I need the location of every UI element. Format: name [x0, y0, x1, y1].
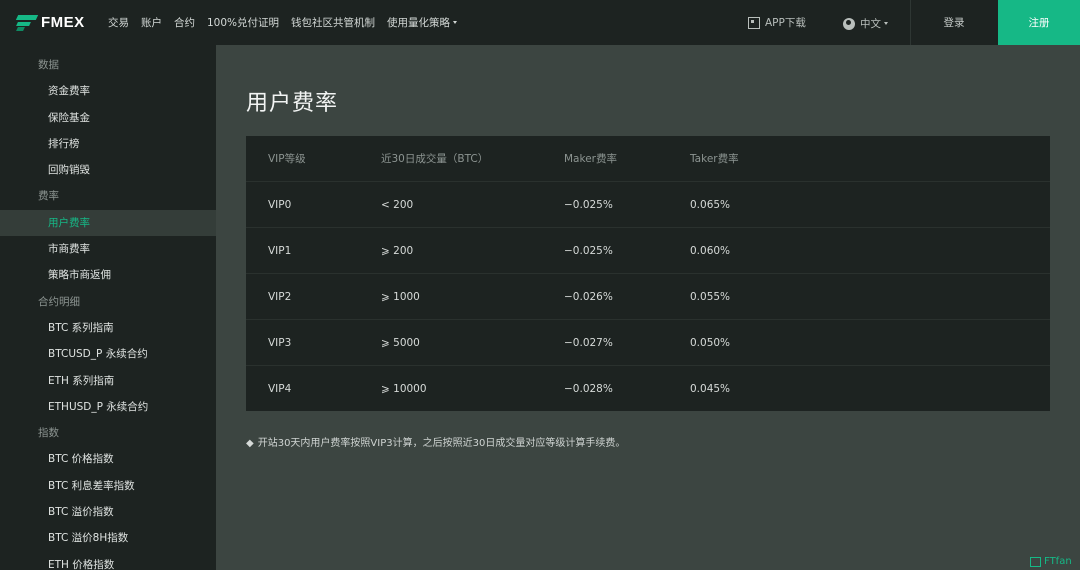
sidebar-item-market-maker-fees[interactable]: 市商费率	[0, 236, 216, 262]
table-row: VIP0 < 200 −0.025% 0.065%	[246, 182, 1050, 228]
cell-volume: < 200	[381, 199, 414, 211]
sidebar-group-data: 数据	[38, 59, 59, 71]
diamond-bullet-icon: ◆	[246, 438, 254, 449]
cell-taker-fee: 0.060%	[690, 245, 731, 257]
sidebar-item-btc-premium-8h-index[interactable]: BTC 溢价8H指数	[0, 525, 216, 551]
main-nav: 交易 账户 合约 100%兑付证明 钱包社区共管机制 使用量化策略	[108, 15, 469, 30]
top-navbar: FMEX 交易 账户 合约 100%兑付证明 钱包社区共管机制 使用量化策略 A…	[0, 0, 1080, 45]
fee-note: ◆ 开站30天内用户费率按照VIP3计算，之后按照近30日成交量对应等级计算手续费…	[246, 434, 625, 449]
cell-volume: ⩾ 200	[381, 245, 414, 257]
nav-trade[interactable]: 交易	[108, 15, 129, 30]
nav-account[interactable]: 账户	[141, 15, 162, 30]
app-download-label: APP下载	[765, 17, 806, 29]
language-label: 中文	[860, 18, 881, 30]
globe-icon	[843, 17, 855, 30]
sidebar-item-leaderboard[interactable]: 排行榜	[0, 131, 216, 157]
logo[interactable]: FMEX	[15, 14, 90, 31]
nav-proof-of-reserve[interactable]: 100%兑付证明	[207, 15, 279, 30]
page-title: 用户费率	[246, 91, 339, 116]
login-button[interactable]: 登录	[910, 0, 998, 45]
sidebar-item-btc-price-index[interactable]: BTC 价格指数	[0, 446, 216, 472]
cell-vip-level: VIP2	[268, 291, 292, 303]
cell-volume: ⩾ 5000	[381, 337, 420, 349]
column-header-taker-fee: Taker费率	[690, 153, 739, 165]
sidebar-item-btcusd-perp[interactable]: BTCUSD_P 永续合约	[0, 341, 216, 367]
cell-taker-fee: 0.065%	[690, 199, 731, 211]
cell-taker-fee: 0.055%	[690, 291, 731, 303]
sidebar-item-eth-guide[interactable]: ETH 系列指南	[0, 368, 216, 394]
cell-maker-fee: −0.026%	[564, 291, 613, 303]
column-header-vip-level: VIP等级	[268, 153, 306, 165]
sidebar-item-strategy-mm-rebate[interactable]: 策略市商返佣	[0, 262, 216, 288]
chevron-down-icon	[884, 22, 888, 25]
sidebar-item-btc-premium-index[interactable]: BTC 溢价指数	[0, 499, 216, 525]
sidebar-group-index: 指数	[38, 427, 59, 440]
sidebar-item-btc-interest-index[interactable]: BTC 利息差率指数	[0, 473, 216, 499]
watermark: FTfan	[1030, 556, 1072, 567]
cell-volume: ⩾ 1000	[381, 291, 420, 303]
nav-quant-strategy-label: 使用量化策略	[387, 17, 451, 29]
logo-mark-icon	[15, 14, 39, 31]
app-download-link[interactable]: APP下载	[748, 15, 806, 30]
cell-vip-level: VIP0	[268, 199, 292, 211]
register-button[interactable]: 注册	[998, 0, 1080, 45]
sidebar-item-buyback-burn[interactable]: 回购销毁	[0, 157, 216, 183]
table-row: VIP4 ⩾ 10000 −0.028% 0.045%	[246, 366, 1050, 412]
fee-table: VIP等级 近30日成交量（BTC） Maker费率 Taker费率 VIP0 …	[246, 136, 1050, 411]
language-selector[interactable]: 中文	[843, 16, 888, 31]
watermark-text: FTfan	[1044, 556, 1072, 567]
cell-maker-fee: −0.025%	[564, 245, 613, 257]
qr-code-icon	[748, 16, 760, 29]
cell-vip-level: VIP1	[268, 245, 292, 257]
sidebar-group-fees: 费率	[38, 190, 59, 203]
table-row: VIP2 ⩾ 1000 −0.026% 0.055%	[246, 274, 1050, 320]
sidebar-item-user-fees[interactable]: 用户费率	[0, 209, 216, 237]
sidebar-item-insurance-fund[interactable]: 保险基金	[0, 105, 216, 131]
column-header-maker-fee: Maker费率	[564, 153, 617, 165]
table-row: VIP3 ⩾ 5000 −0.027% 0.050%	[246, 320, 1050, 366]
sidebar-item-funding-rate[interactable]: 资金费率	[0, 78, 216, 104]
table-header-row: VIP等级 近30日成交量（BTC） Maker费率 Taker费率	[246, 136, 1050, 182]
watermark-logo-icon	[1030, 556, 1041, 567]
nav-wallet-community[interactable]: 钱包社区共管机制	[291, 15, 375, 30]
nav-contract[interactable]: 合约	[174, 15, 195, 30]
sidebar-group-contract-details: 合约明细	[38, 295, 80, 308]
sidebar: 数据 资金费率 保险基金 排行榜 回购销毁 费率 用户费率 市商费率 策略市商返…	[0, 45, 216, 570]
fee-note-text: 开站30天内用户费率按照VIP3计算，之后按照近30日成交量对应等级计算手续费。	[257, 438, 626, 449]
cell-maker-fee: −0.025%	[564, 199, 613, 211]
cell-vip-level: VIP3	[268, 337, 292, 349]
cell-maker-fee: −0.027%	[564, 337, 613, 349]
cell-taker-fee: 0.045%	[690, 383, 731, 395]
logo-text: FMEX	[41, 14, 85, 31]
main-content: 用户费率 VIP等级 近30日成交量（BTC） Maker费率 Taker费率 …	[216, 45, 1080, 570]
sidebar-item-eth-price-index[interactable]: ETH 价格指数	[0, 552, 216, 570]
cell-vip-level: VIP4	[268, 383, 292, 395]
nav-quant-strategy[interactable]: 使用量化策略	[387, 15, 458, 30]
sidebar-item-btc-guide[interactable]: BTC 系列指南	[0, 315, 216, 341]
cell-volume: ⩾ 10000	[381, 383, 427, 395]
cell-taker-fee: 0.050%	[690, 337, 731, 349]
chevron-down-icon	[453, 21, 458, 24]
table-row: VIP1 ⩾ 200 −0.025% 0.060%	[246, 228, 1050, 274]
cell-maker-fee: −0.028%	[564, 383, 613, 395]
sidebar-item-ethusd-perp[interactable]: ETHUSD_P 永续合约	[0, 394, 216, 420]
column-header-volume: 近30日成交量（BTC）	[381, 153, 489, 165]
